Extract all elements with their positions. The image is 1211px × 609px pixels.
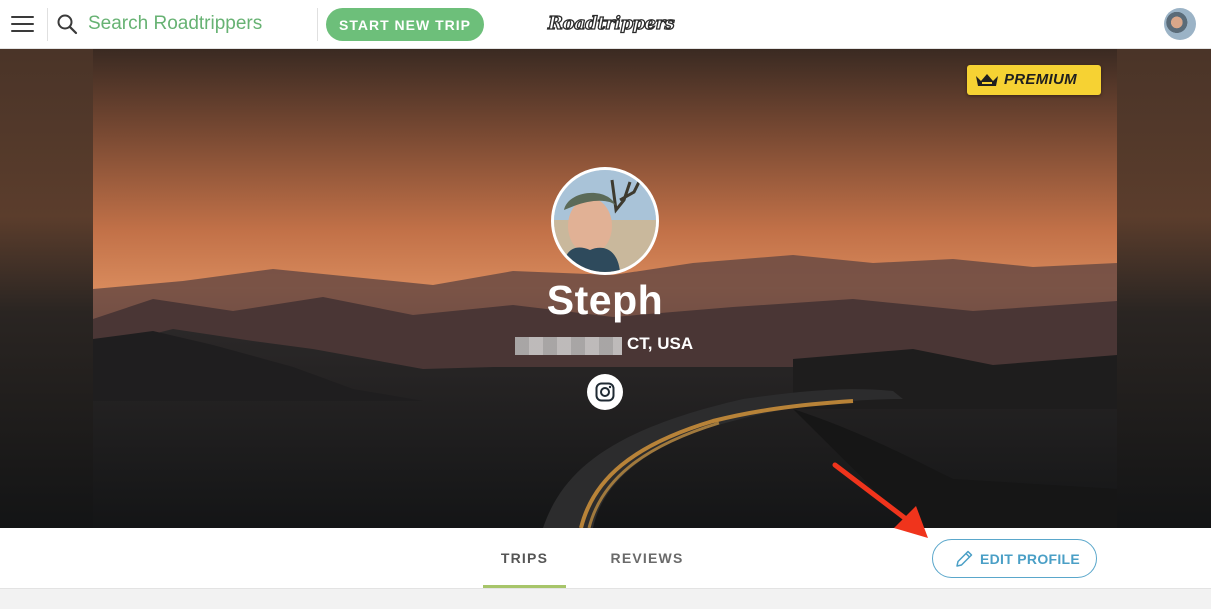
profile-tabs: TRIPS REVIEWS EDIT PROFILE [0,528,1211,589]
search-input[interactable] [88,10,308,38]
edit-profile-button[interactable]: EDIT PROFILE [932,539,1097,578]
annotation-arrow [832,462,928,538]
divider [47,8,48,41]
divider [317,8,318,41]
profile-avatar[interactable] [551,167,659,275]
menu-icon[interactable] [10,12,36,36]
profile-name: Steph [546,277,664,323]
tab-reviews[interactable]: REVIEWS [600,528,694,588]
cover-backdrop-right [1117,49,1211,528]
instagram-link[interactable] [587,374,623,410]
premium-label: PREMIUM [1004,71,1077,88]
user-avatar[interactable] [1164,8,1196,40]
cover-backdrop-left [0,49,93,528]
edit-profile-label: EDIT PROFILE [980,551,1081,567]
search-bar[interactable] [56,10,316,38]
pencil-icon [956,550,973,567]
roadtrippers-logo[interactable]: Roadtrippers [547,9,675,39]
redacted-city [515,337,622,355]
start-new-trip-button[interactable]: START NEW TRIP [326,8,484,41]
search-icon [57,14,78,35]
profile-location: CT, USA [627,334,694,353]
premium-badge: PREMIUM [967,65,1101,95]
active-tab-indicator [483,585,566,588]
profile-cover: PREMIUM Steph CT, USA [0,49,1211,528]
instagram-icon [595,382,615,402]
tab-trips[interactable]: TRIPS [483,528,566,588]
top-nav: START NEW TRIP Roadtrippers [0,0,1211,49]
crown-icon [976,74,998,86]
